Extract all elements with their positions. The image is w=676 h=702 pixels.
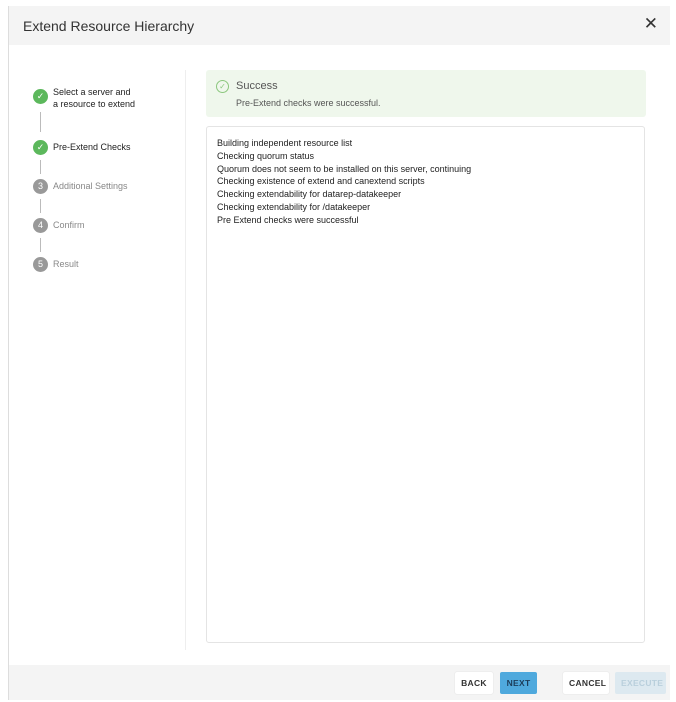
step-select-server: ✓ Select a server and a resource to exten… [33,86,135,137]
check-icon: ✓ [33,89,48,104]
log-line: Pre Extend checks were successful [217,214,359,225]
check-circle-icon: ✓ [216,80,229,93]
log-line: Checking quorum status [217,150,315,161]
step-label: Additional Settings [53,181,128,191]
step-additional-settings: 3 Additional Settings [33,176,135,215]
step-label: Pre-Extend Checks [53,142,131,152]
log-line: Checking existence of extend and canexte… [217,176,425,187]
dialog-header: Extend Resource Hierarchy ✕ [9,6,670,45]
check-icon: ✓ [33,140,48,155]
log-output: Building independent resource list Check… [206,126,645,643]
step-confirm: 4 Confirm [33,215,135,254]
execute-button[interactable]: EXECUTE [615,672,666,694]
wizard-steps: ✓ Select a server and a resource to exten… [33,86,135,293]
step-label: Result [53,259,79,269]
log-line: Checking extendability for /datakeeper [217,201,371,212]
alert-message: Pre-Extend checks were successful. [236,98,381,108]
log-line: Building independent resource list [217,138,353,148]
step-result: 5 Result [33,254,135,293]
alert-title: Success [236,80,278,92]
log-line: Quorum does not seem to be installed on … [217,163,472,174]
next-button[interactable]: NEXT [500,672,537,694]
extend-resource-dialog: Extend Resource Hierarchy ✕ ✓ Select a s… [8,6,670,700]
log-line: Checking extendability for datarep-datak… [217,189,402,200]
close-icon[interactable]: ✕ [644,14,658,34]
cancel-button[interactable]: CANCEL [563,672,609,694]
dialog-footer: BACK NEXT CANCEL EXECUTE [9,665,670,700]
step-number: 3 [33,179,48,194]
dialog-title: Extend Resource Hierarchy [23,18,195,34]
step-pre-extend-checks: ✓ Pre-Extend Checks [33,137,135,176]
step-label: Select a server and a resource to extend [53,87,136,109]
step-number: 4 [33,218,48,233]
step-number: 5 [33,257,48,272]
divider [185,70,186,650]
back-button[interactable]: BACK [455,672,493,694]
step-label: Confirm [53,220,85,230]
success-alert: ✓ Success Pre-Extend checks were success… [206,70,646,117]
